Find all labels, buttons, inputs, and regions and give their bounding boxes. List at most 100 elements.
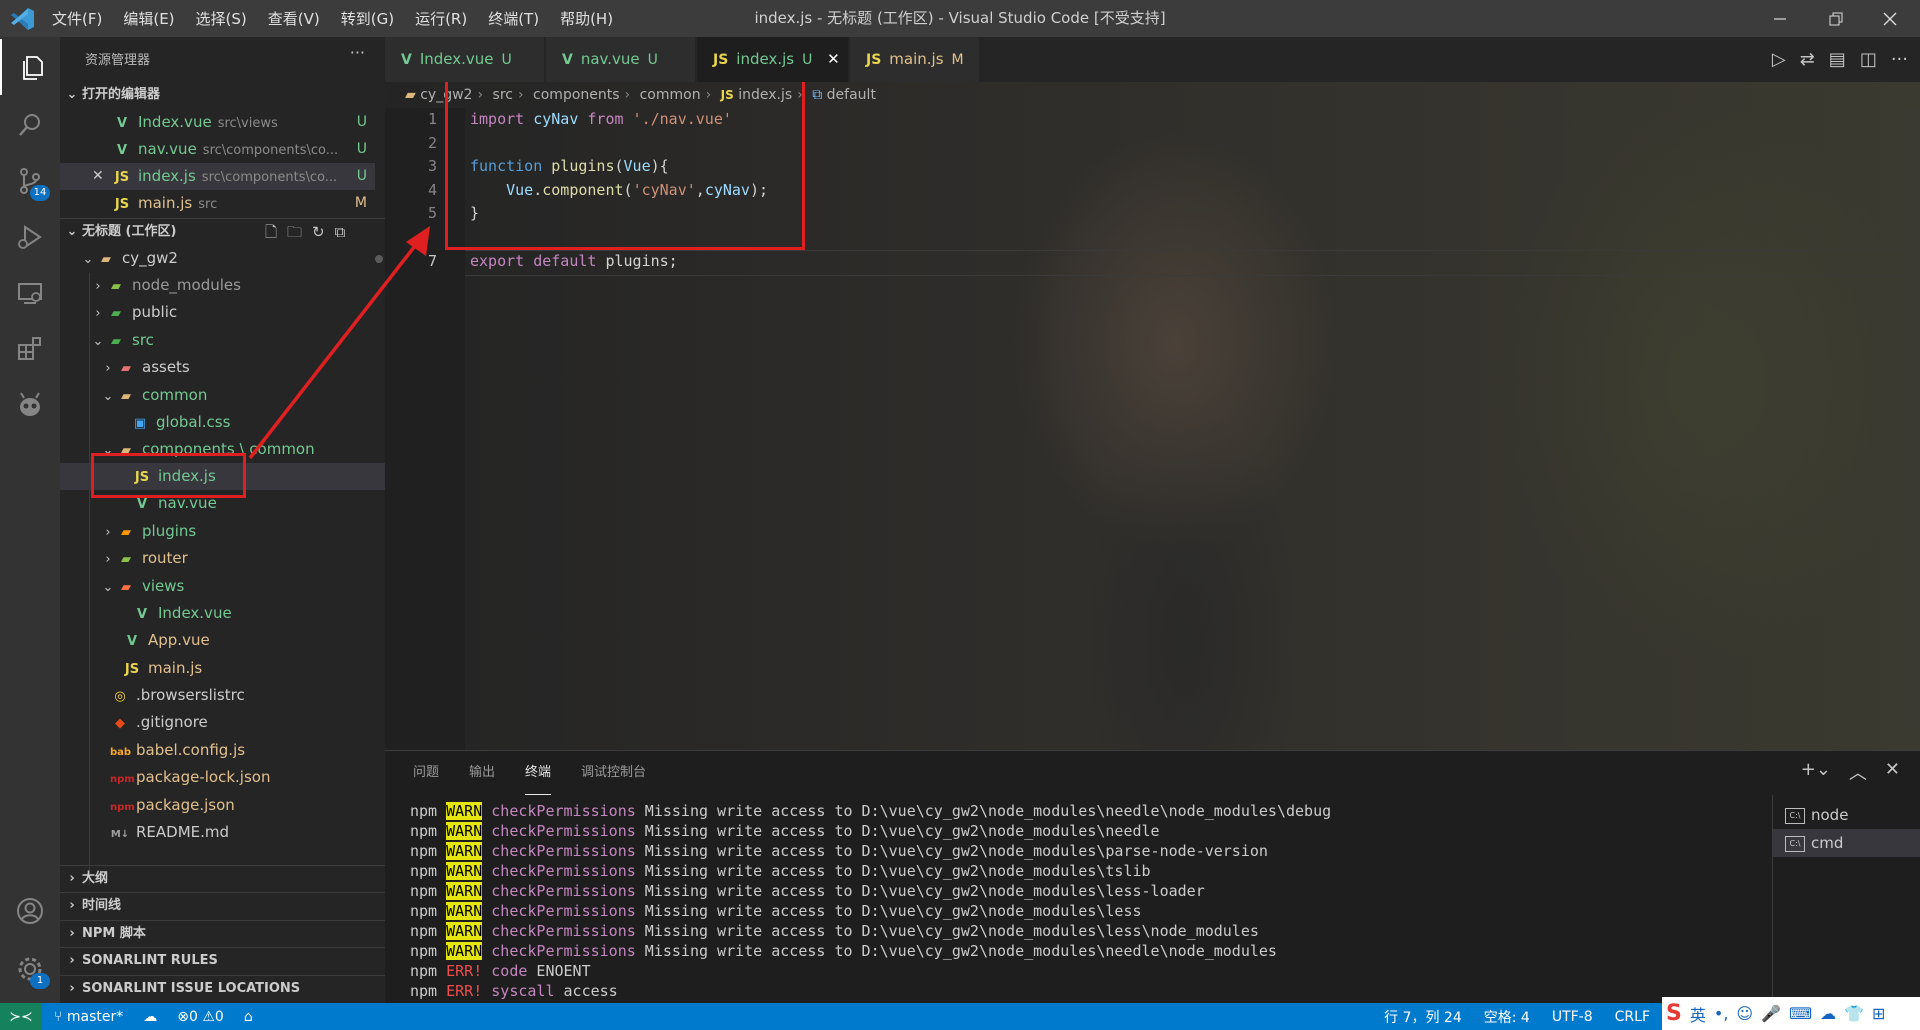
tree-file[interactable]: M↓ README.md [60, 819, 425, 846]
home-icon[interactable]: ⌂ [244, 1009, 253, 1025]
line-ending[interactable]: CRLF [1615, 1009, 1650, 1025]
indentation[interactable]: 空格: 4 [1484, 1007, 1530, 1027]
manage-button[interactable]: 1 [0, 941, 60, 997]
terminal-item-node[interactable]: C:\ node [1773, 801, 1920, 829]
open-editor-item[interactable]: V Index.vue src\views U [60, 109, 375, 136]
menu-selection[interactable]: 选择(S) [196, 8, 247, 29]
grid-menu-icon[interactable]: ⊞ [1872, 1004, 1885, 1023]
encoding[interactable]: UTF-8 [1552, 1009, 1593, 1025]
keyboard-icon[interactable]: ⌨ [1789, 1004, 1812, 1023]
sonarlint-rules-section[interactable]: › SONARLINT RULES [60, 947, 385, 974]
tree-file[interactable]: npmpackage.jsonM [60, 792, 425, 819]
menu-edit[interactable]: 编辑(E) [123, 8, 174, 29]
tree-folder[interactable]: › ▰ router [60, 545, 415, 572]
timeline-section[interactable]: › 时间线 [60, 892, 385, 919]
tab-output[interactable]: 输出 [469, 751, 495, 795]
outline-section[interactable]: › 大纲 [60, 865, 385, 892]
maximize-panel-icon[interactable]: ︿ [1849, 759, 1867, 785]
search-button[interactable] [0, 97, 60, 153]
alien-extension-button[interactable] [0, 377, 60, 433]
plugins-folder-icon: ▰ [121, 525, 131, 540]
extensions-button[interactable] [0, 321, 60, 377]
run-debug-button[interactable] [0, 209, 60, 265]
npm-scripts-section[interactable]: › NPM 脚本 [60, 920, 385, 947]
problems-status[interactable]: ⊗0 ⚠0 [177, 1009, 224, 1025]
explorer-header: 资源管理器 [85, 53, 151, 68]
microphone-icon[interactable]: 🎤 [1761, 1004, 1781, 1023]
tree-file[interactable]: ◆ .gitignore [60, 709, 425, 736]
close-tab-icon[interactable]: ✕ [827, 50, 840, 68]
open-editor-item[interactable]: JS main.js src M [60, 190, 375, 217]
breadcrumb-item[interactable]: default [827, 87, 876, 103]
open-editor-item[interactable]: Vnav.vue src\components\co... U [60, 136, 375, 163]
close-editor-icon[interactable]: ✕ [92, 163, 104, 190]
vue-file-icon: V [401, 52, 412, 68]
restore-icon [1829, 12, 1843, 25]
menu-file[interactable]: 文件(F) [52, 8, 102, 29]
remote-indicator[interactable]: ≻≺ [0, 1003, 42, 1030]
shirt-icon[interactable]: 👕 [1844, 1004, 1864, 1023]
tab-problems[interactable]: 问题 [413, 751, 439, 795]
split-editor-icon[interactable]: ◫ [1860, 49, 1877, 70]
tab-index-vue[interactable]: V Index.vue U [385, 37, 545, 82]
minimap[interactable] [1906, 108, 1920, 728]
menu-go[interactable]: 转到(G) [341, 8, 394, 29]
emoji-icon[interactable]: ☺ [1736, 1004, 1753, 1023]
terminal-item-cmd[interactable]: C:\ cmd [1773, 829, 1920, 857]
tab-nav-vue[interactable]: Vnav.vue U [546, 37, 696, 82]
terminal-output[interactable]: npm WARN checkPermissions Missing write … [410, 801, 1790, 1001]
tree-folder[interactable]: ⌄ ▰ views [60, 573, 415, 600]
menu-help[interactable]: 帮助(H) [560, 8, 613, 29]
chevron-down-icon: ⌄ [92, 334, 104, 349]
terminal-line: npm WARN checkPermissions Missing write … [410, 922, 1259, 940]
sogou-logo-icon[interactable]: S [1666, 1001, 1682, 1026]
tree-file[interactable]: babbabel.config.jsM [60, 737, 425, 764]
explorer-button[interactable] [0, 39, 62, 95]
tree-file[interactable]: ◎ .browserslistrc [60, 682, 425, 709]
sync-icon[interactable]: ☁ [143, 1009, 157, 1025]
close-window-button[interactable] [1860, 0, 1920, 37]
files-icon [23, 56, 43, 80]
tree-file[interactable]: npmpackage-lock.jsonM [60, 764, 425, 791]
close-panel-icon[interactable]: ✕ [1885, 759, 1900, 785]
code-editor[interactable]: ▰ cy_gw2 › src › components › common › JS in… [385, 82, 1920, 750]
more-actions-icon[interactable]: ··· [350, 43, 365, 62]
tree-folder[interactable]: › ▰ plugins [60, 518, 415, 545]
line-number: 1 [427, 110, 437, 128]
run-icon[interactable]: ▷ [1772, 49, 1786, 70]
remote-explorer-button[interactable] [0, 265, 60, 321]
terminal-line: npm WARN checkPermissions Missing write … [410, 802, 1332, 820]
tab-index-js[interactable]: JS index.js U ✕ [697, 37, 849, 82]
chevron-down-icon: ⌄ [82, 252, 94, 267]
vue-file-icon: V [116, 143, 128, 158]
tab-debug-console[interactable]: 调试控制台 [581, 751, 646, 795]
accounts-button[interactable] [0, 883, 60, 939]
panel-actions: +⌄ ︿ ✕ [1801, 759, 1900, 785]
remote-icon: ≻≺ [9, 1008, 33, 1025]
skin-icon[interactable]: ☁ [1820, 1004, 1836, 1023]
open-preview-icon[interactable]: ▤ [1829, 49, 1846, 70]
open-editor-item-active[interactable]: ✕ JS index.js src\components\co... U [60, 163, 375, 190]
ime-punctuation[interactable]: •, [1714, 1004, 1729, 1023]
compare-changes-icon[interactable]: ⇄ [1800, 49, 1815, 70]
git-status: M [354, 195, 367, 211]
new-terminal-icon[interactable]: +⌄ [1801, 759, 1831, 785]
restore-button[interactable] [1806, 0, 1866, 37]
tree-file[interactable]: VApp.vueM [60, 627, 437, 654]
tab-terminal[interactable]: 终端 [525, 751, 552, 795]
tree-file[interactable]: JSmain.jsM [60, 655, 437, 682]
tab-main-js[interactable]: JS main.js M [850, 37, 980, 82]
menu-view[interactable]: 查看(V) [268, 8, 320, 29]
sonarlint-issues-section[interactable]: › SONARLINT ISSUE LOCATIONS [60, 975, 385, 1002]
ime-language[interactable]: 英 [1690, 1002, 1706, 1026]
more-actions-icon[interactable]: ··· [1891, 49, 1908, 70]
open-editors-section[interactable]: ⌄ 打开的编辑器 [60, 82, 385, 108]
menu-terminal[interactable]: 终端(T) [488, 8, 539, 29]
source-control-button[interactable]: 14 [0, 153, 60, 209]
menu-run[interactable]: 运行(R) [415, 8, 467, 29]
minimize-button[interactable] [1750, 0, 1810, 37]
public-folder-icon: ▰ [111, 306, 121, 321]
cursor-position[interactable]: 行 7，列 24 [1384, 1007, 1462, 1027]
branch-status[interactable]: ⑂ master* [54, 1009, 123, 1025]
folder-open-icon: ▰ [121, 389, 131, 404]
